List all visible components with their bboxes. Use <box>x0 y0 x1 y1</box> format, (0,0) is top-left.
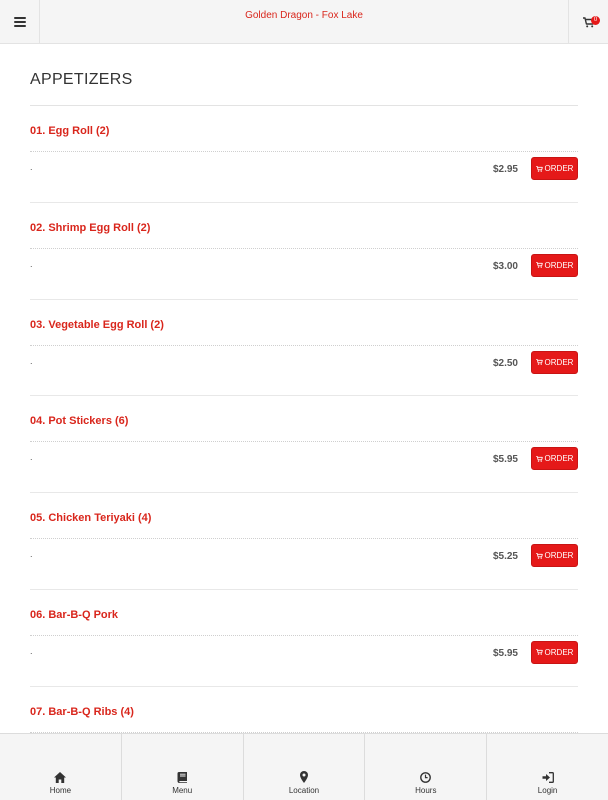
cart-icon <box>535 552 543 559</box>
item-name[interactable]: 05. Chicken Teriyaki (4) <box>30 512 151 524</box>
nav-menu[interactable]: Menu <box>122 734 244 800</box>
item-price: $3.00 <box>492 260 518 272</box>
cart-icon <box>535 165 543 172</box>
nav-location[interactable]: Location <box>244 734 366 800</box>
cart-icon <box>535 359 543 365</box>
nav-label: Home <box>49 786 72 795</box>
nav-label: Login <box>537 786 558 795</box>
cart-icon <box>535 455 543 462</box>
order-button-label: ORDER <box>544 647 574 657</box>
item-description: . <box>30 258 33 269</box>
cart-count-badge: 0 <box>591 16 600 25</box>
item-name[interactable]: 06. Bar-B-Q Pork <box>30 609 118 621</box>
menu-item-list: 01. Egg Roll (2) . $2.95 ORDER 02. Shrim… <box>30 106 578 733</box>
book-icon <box>177 770 188 784</box>
order-button[interactable]: ORDER <box>531 350 578 374</box>
order-button-label: ORDER <box>544 357 574 367</box>
cart-icon <box>535 262 543 269</box>
item-name[interactable]: 07. Bar-B-Q Ribs (4) <box>30 706 134 718</box>
order-button[interactable]: ORDER <box>531 447 578 471</box>
top-bar: Golden Dragon - Fox Lake 0 <box>0 0 608 44</box>
item-price: $5.95 <box>492 647 518 659</box>
order-button[interactable]: ORDER <box>531 640 578 664</box>
item-divider <box>30 538 578 540</box>
nav-home[interactable]: Home <box>0 734 122 800</box>
menu-item: 07. Bar-B-Q Ribs (4) . $6.95 ORDER <box>30 687 578 733</box>
item-name[interactable]: 02. Shrimp Egg Roll (2) <box>30 222 150 234</box>
menu-item: 03. Vegetable Egg Roll (2) . $2.50 ORDER <box>30 300 578 397</box>
menu-item: 06. Bar-B-Q Pork . $5.95 ORDER <box>30 590 578 687</box>
item-price: $5.95 <box>492 454 518 466</box>
item-description: . <box>30 162 33 172</box>
order-button-label: ORDER <box>544 454 574 464</box>
item-divider <box>30 441 578 443</box>
menu-item: 02. Shrimp Egg Roll (2) . $3.00 ORDER <box>30 203 578 300</box>
hamburger-icon <box>13 17 26 27</box>
menu-item: 01. Egg Roll (2) . $2.95 ORDER <box>30 106 578 203</box>
order-button-label: ORDER <box>544 164 574 173</box>
menu-item: 05. Chicken Teriyaki (4) . $5.25 ORDER <box>30 493 578 590</box>
menu-toggle-button[interactable] <box>0 0 40 44</box>
cart-button[interactable]: 0 <box>568 0 608 44</box>
map-marker-icon <box>299 770 308 784</box>
clock-icon <box>420 770 432 784</box>
order-button-label: ORDER <box>544 551 574 561</box>
order-button[interactable]: ORDER <box>531 544 578 568</box>
menu-item: 04. Pot Stickers (6) . $5.95 ORDER <box>30 396 578 494</box>
item-description: . <box>30 549 33 560</box>
section-title: APPETIZERS <box>30 44 578 106</box>
item-divider <box>30 151 578 152</box>
item-divider <box>30 634 578 636</box>
app-title: Golden Dragon - Fox Lake <box>245 10 363 21</box>
bottom-nav: Home Menu Location Hours Login <box>0 733 608 800</box>
item-description: . <box>30 355 33 366</box>
item-divider <box>30 344 578 346</box>
item-description: . <box>30 645 33 656</box>
order-button[interactable]: ORDER <box>531 157 578 180</box>
nav-login[interactable]: Login <box>487 734 608 800</box>
sign-in-icon <box>542 770 554 784</box>
item-name[interactable]: 03. Vegetable Egg Roll (2) <box>30 319 164 331</box>
item-description: . <box>30 452 33 463</box>
order-button[interactable]: ORDER <box>531 253 578 277</box>
item-name[interactable]: 01. Egg Roll (2) <box>30 125 109 137</box>
menu-content: APPETIZERS 01. Egg Roll (2) . $2.95 ORDE… <box>30 44 578 733</box>
nav-label: Menu <box>172 786 193 795</box>
nav-label: Hours <box>415 786 437 795</box>
nav-hours[interactable]: Hours <box>365 734 488 800</box>
item-price: $5.25 <box>492 551 518 563</box>
item-price: $2.50 <box>492 357 518 369</box>
item-name[interactable]: 04. Pot Stickers (6) <box>30 415 128 427</box>
order-button-label: ORDER <box>544 260 574 270</box>
cart-icon <box>535 649 543 656</box>
item-price: $2.95 <box>492 164 518 175</box>
item-divider <box>30 247 578 249</box>
home-icon <box>54 770 67 784</box>
nav-label: Location <box>288 786 320 795</box>
